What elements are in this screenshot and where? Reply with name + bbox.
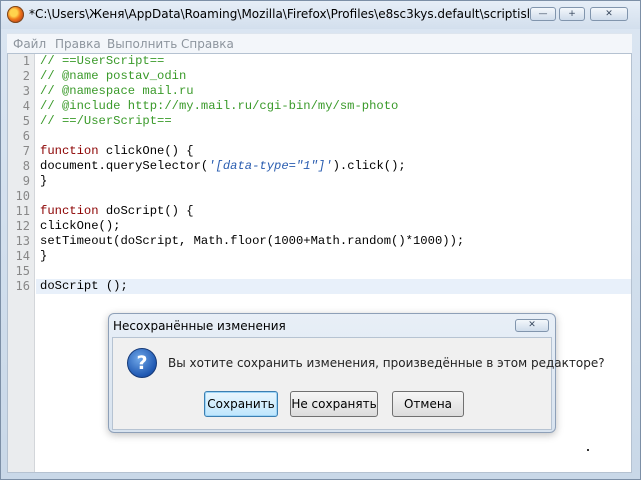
close-window-button[interactable]: ✕ <box>590 7 628 21</box>
line-number: 8 <box>22 159 30 173</box>
line-number: 13 <box>15 234 30 248</box>
code-line: // ==UserScript== <box>40 54 165 68</box>
window-title: *C:\Users\Женя\AppData\Roaming\Mozilla\F… <box>29 7 529 21</box>
code-line: clickOne(); <box>40 219 121 233</box>
line-number: 10 <box>15 189 30 203</box>
line-number: 12 <box>15 219 30 233</box>
save-button[interactable]: Сохранить <box>204 391 278 417</box>
menu-edit[interactable]: Правка <box>55 37 101 51</box>
code-line: function clickOne() { <box>40 144 194 158</box>
line-number: 9 <box>22 174 30 188</box>
line-number: 14 <box>15 249 30 263</box>
stray-dot <box>587 449 589 451</box>
code-line: document.querySelector('[data-type="1"]'… <box>40 159 406 173</box>
line-number: 11 <box>15 204 30 218</box>
menu-file[interactable]: Файл <box>13 37 46 51</box>
dialog-message: Вы хотите сохранить изменения, произведё… <box>168 356 605 370</box>
maximize-button[interactable]: + <box>559 7 585 21</box>
unsaved-changes-dialog: Несохранённые изменения ✕ ? Вы хотите со… <box>108 313 605 433</box>
line-number: 1 <box>22 54 30 68</box>
line-number: 5 <box>22 114 30 128</box>
dialog-title: Несохранённые изменения <box>113 319 286 333</box>
code-line: // @name postav_odin <box>40 69 187 83</box>
code-line: // @include http://my.mail.ru/cgi-bin/my… <box>40 99 399 113</box>
line-number: 7 <box>22 144 30 158</box>
dialog-body: ? Вы хотите сохранить изменения, произве… <box>112 337 605 430</box>
line-number: 2 <box>22 69 30 83</box>
code-line: // @namespace mail.ru <box>40 84 194 98</box>
code-line: } <box>40 249 48 263</box>
code-line: doScript (); <box>40 279 128 293</box>
line-number: 4 <box>22 99 30 113</box>
dialog-close-button[interactable]: ✕ <box>515 319 549 332</box>
title-bar[interactable]: *C:\Users\Женя\AppData\Roaming\Mozilla\F… <box>1 1 640 29</box>
firefox-app-icon <box>7 6 24 23</box>
question-icon: ? <box>127 348 157 378</box>
code-line: function doScript() { <box>40 204 194 218</box>
line-number: 6 <box>22 129 30 143</box>
minimize-button[interactable]: — <box>530 7 556 21</box>
line-number: 16 <box>15 279 30 293</box>
line-number: 3 <box>22 84 30 98</box>
menu-bar: Файл Правка Выполнить Справка <box>7 33 632 53</box>
code-line: } <box>40 174 48 188</box>
code-line: setTimeout(doScript, Math.floor(1000+Mat… <box>40 234 465 248</box>
menu-run[interactable]: Выполнить <box>107 37 177 51</box>
dont-save-button[interactable]: Не сохранять <box>290 391 378 417</box>
code-line: // ==/UserScript== <box>40 114 172 128</box>
line-number-gutter: 1 2 3 4 5 6 7 8 9 10 11 12 13 14 15 16 <box>8 54 35 472</box>
menu-help[interactable]: Справка <box>181 37 234 51</box>
cancel-button[interactable]: Отмена <box>392 391 464 417</box>
line-number: 15 <box>15 264 30 278</box>
